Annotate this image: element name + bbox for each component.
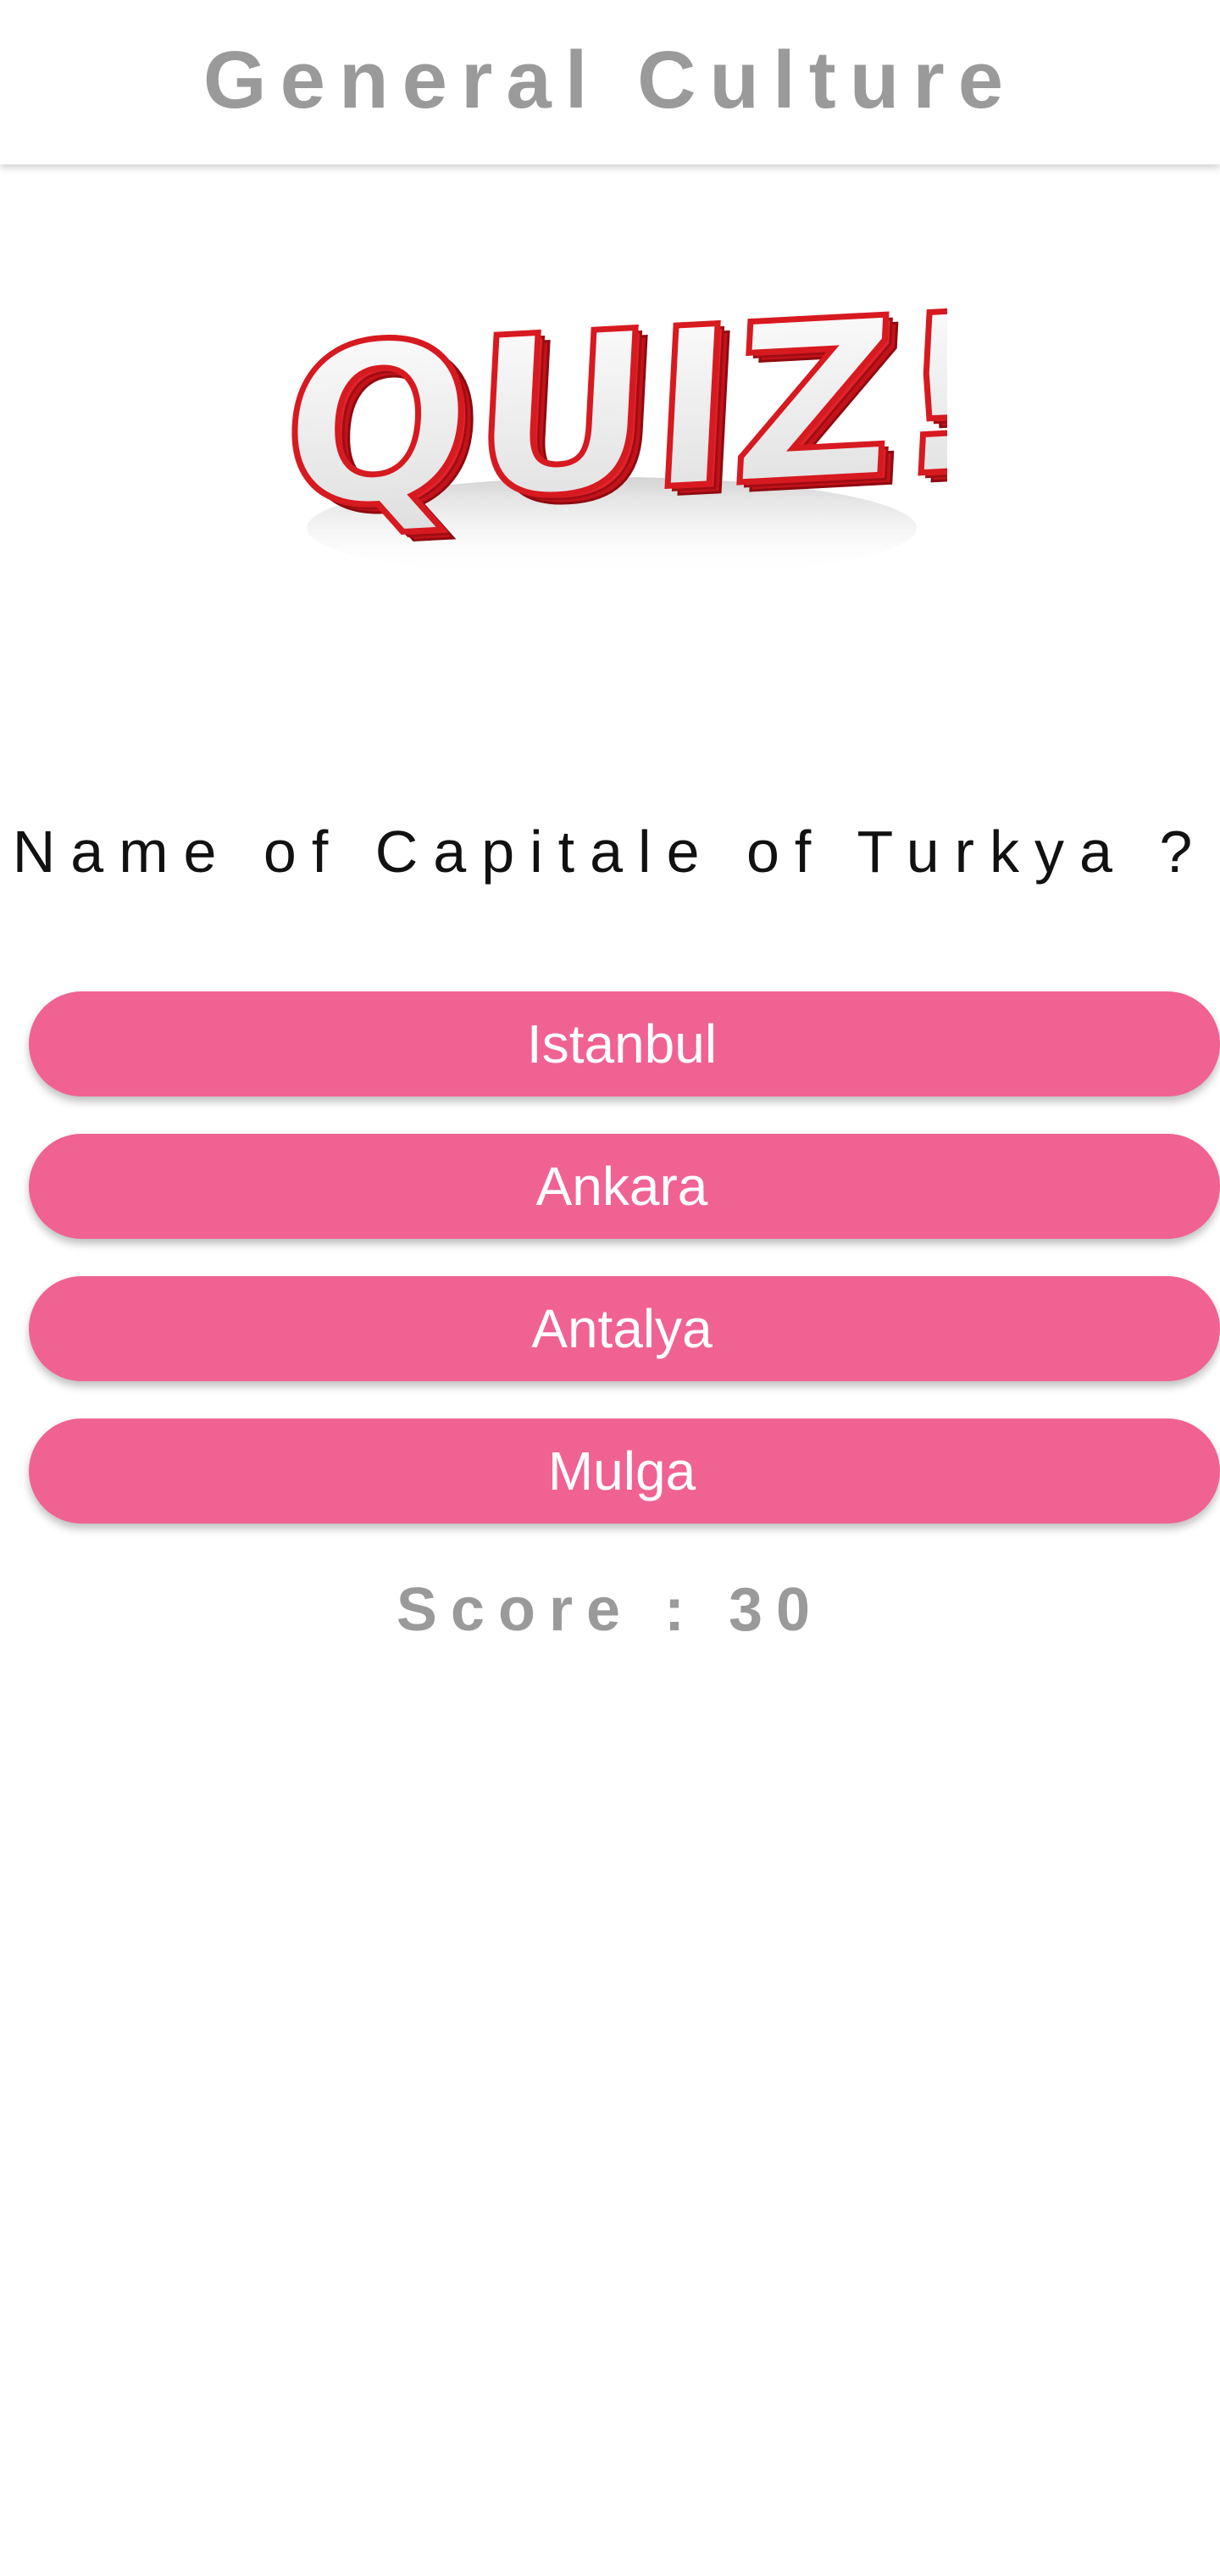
answer-button-ankara[interactable]: Ankara	[29, 1134, 1220, 1239]
quiz-logo-image: QUIZ! QUIZ! QUIZ!	[273, 236, 947, 617]
quiz-logo-text: QUIZ!	[277, 265, 947, 558]
answer-button-istanbul[interactable]: Istanbul	[29, 991, 1220, 1096]
question-text: Name of Capitale of Turkya ?	[12, 819, 1208, 885]
answer-button-antalya[interactable]: Antalya	[29, 1276, 1220, 1381]
answer-list: Istanbul Ankara Antalya Mulga	[29, 991, 1220, 1561]
app-bar: General Culture	[0, 0, 1220, 164]
answer-button-mulga[interactable]: Mulga	[29, 1418, 1220, 1524]
score-label: Score : 30	[396, 1576, 824, 1644]
app-title: General Culture	[202, 35, 1018, 125]
